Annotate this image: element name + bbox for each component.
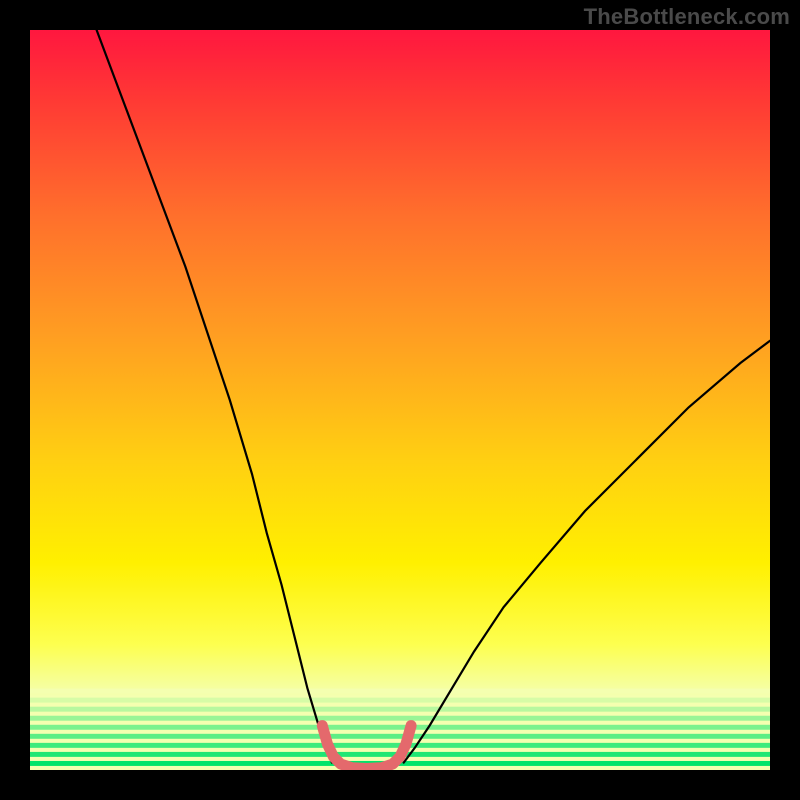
- green-band: [30, 689, 770, 694]
- green-band: [30, 698, 770, 703]
- green-band: [30, 734, 770, 739]
- gradient-background: [30, 30, 770, 770]
- bottleneck-chart: [30, 30, 770, 770]
- chart-stage: TheBottleneck.com: [0, 0, 800, 800]
- green-band: [30, 725, 770, 730]
- green-band: [30, 716, 770, 721]
- green-band: [30, 707, 770, 712]
- watermark-label: TheBottleneck.com: [584, 4, 790, 30]
